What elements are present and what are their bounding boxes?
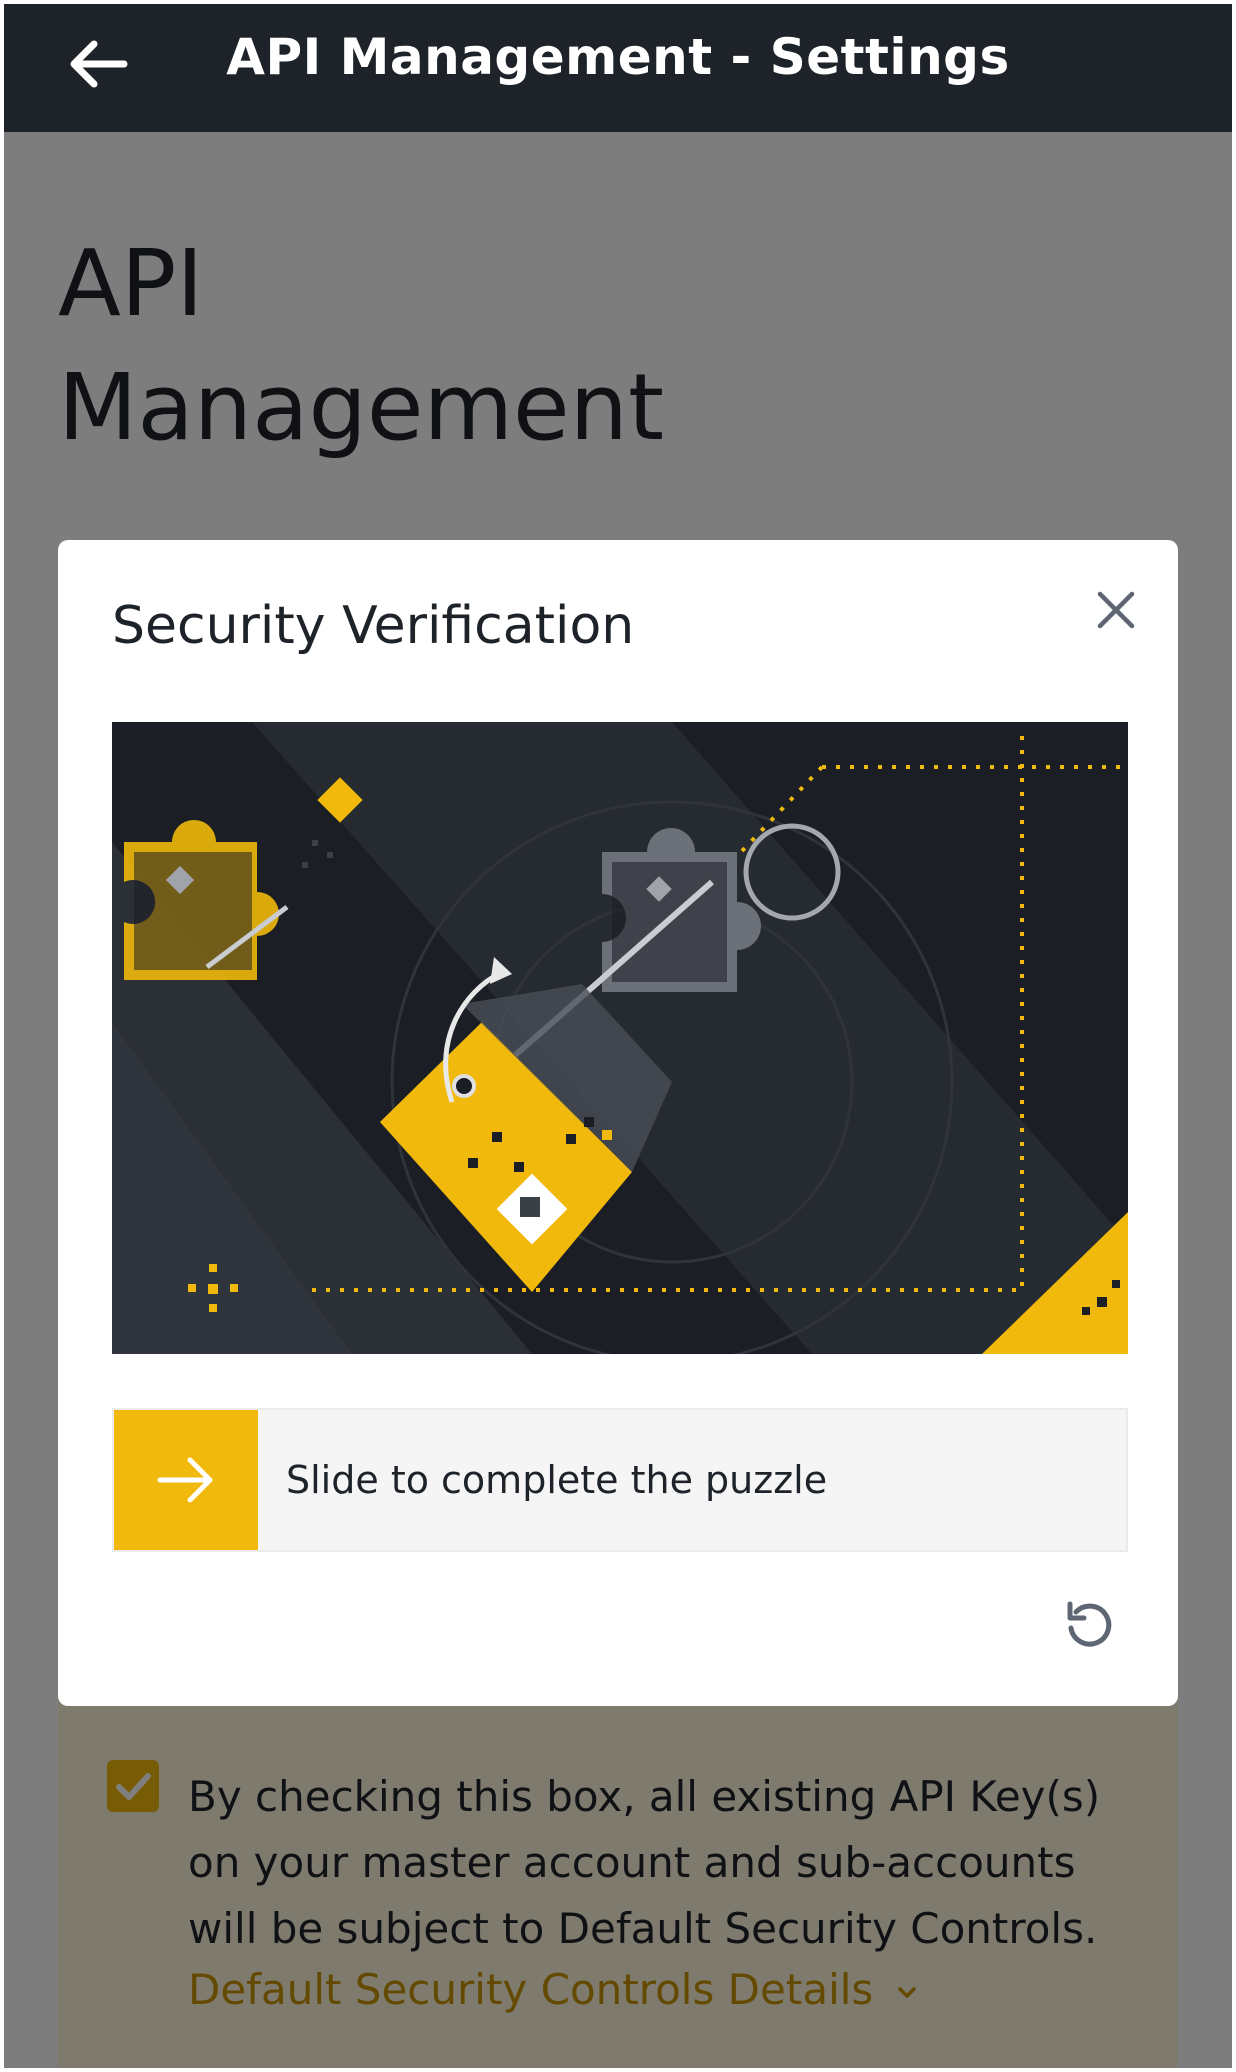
- close-icon: [1097, 591, 1135, 629]
- captcha-puzzle-image: [112, 722, 1128, 1354]
- refresh-button[interactable]: [1062, 1598, 1118, 1654]
- slider-handle[interactable]: [114, 1410, 258, 1550]
- slider-label: Slide to complete the puzzle: [286, 1458, 828, 1502]
- close-button[interactable]: [1090, 584, 1142, 636]
- top-bar: API Management - Settings: [4, 4, 1232, 132]
- security-verification-dialog: Security Verification Slide to complete …: [58, 540, 1178, 1706]
- refresh-icon: [1067, 1601, 1112, 1647]
- dialog-title: Security Verification: [112, 596, 635, 656]
- puzzle-slider[interactable]: Slide to complete the puzzle: [112, 1408, 1128, 1552]
- page-header-title: API Management - Settings: [226, 28, 1010, 86]
- app-screen: API Management - Settings API Management…: [4, 4, 1232, 2068]
- arrow-right-icon: [157, 1457, 213, 1503]
